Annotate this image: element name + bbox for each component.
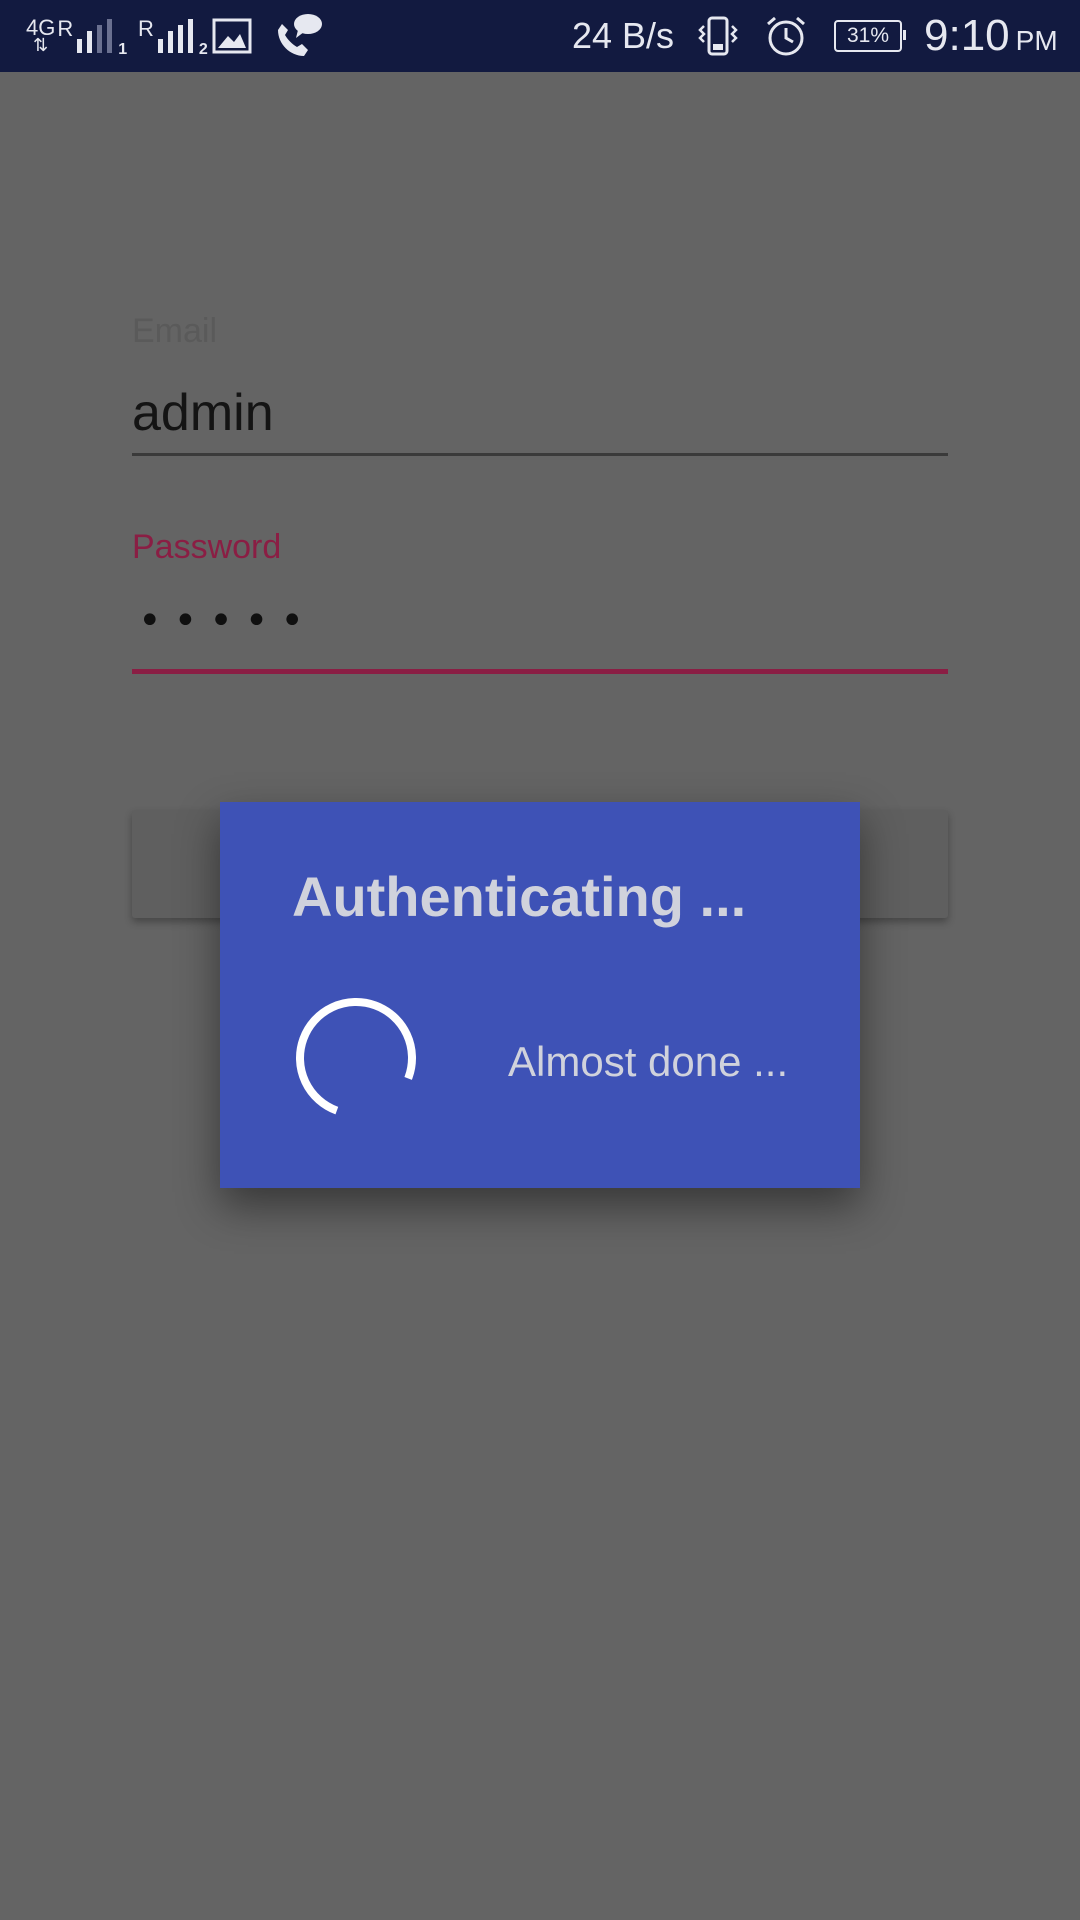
clock-ampm: PM bbox=[1015, 25, 1058, 56]
dialog-title: Authenticating ... bbox=[292, 865, 747, 928]
vibrate-icon bbox=[696, 0, 740, 72]
password-underline bbox=[132, 669, 948, 674]
progress-dialog: Authenticating ... Almost done ... bbox=[220, 802, 860, 1188]
sim1-number: 1 bbox=[118, 41, 128, 58]
sim2-number: 2 bbox=[198, 41, 208, 58]
data-arrows-icon: ⇅ bbox=[33, 35, 49, 56]
loading-spinner-icon bbox=[296, 998, 416, 1118]
status-bar: 4G ⇅ R 1 R 2 24 B/s 31% 9:10 PM bbox=[0, 0, 1080, 72]
password-field[interactable]: ••••• bbox=[138, 598, 316, 644]
password-label: Password bbox=[132, 528, 282, 566]
clock-time: 9:10 bbox=[924, 11, 1010, 60]
battery-level: 31% bbox=[834, 20, 906, 52]
email-label: Email bbox=[132, 312, 218, 350]
clock: 9:10 PM bbox=[924, 0, 1058, 72]
email-underline bbox=[132, 453, 948, 456]
roaming-label: R bbox=[57, 16, 74, 41]
dialog-message: Almost done ... bbox=[508, 1038, 789, 1085]
sim1-signal: 4G ⇅ R 1 bbox=[26, 0, 127, 72]
battery-icon: 31% bbox=[834, 0, 906, 72]
signal-icon bbox=[157, 19, 193, 53]
roaming-label: R bbox=[138, 16, 154, 41]
net-speed-text: 24 B/s bbox=[572, 15, 675, 56]
sim2-signal: R 2 bbox=[138, 0, 208, 72]
net-speed: 24 B/s bbox=[572, 0, 674, 72]
email-field[interactable]: admin bbox=[132, 383, 274, 443]
phone-chat-icon bbox=[272, 0, 324, 72]
alarm-icon bbox=[764, 0, 808, 72]
image-icon bbox=[212, 0, 252, 72]
signal-icon bbox=[77, 19, 113, 53]
